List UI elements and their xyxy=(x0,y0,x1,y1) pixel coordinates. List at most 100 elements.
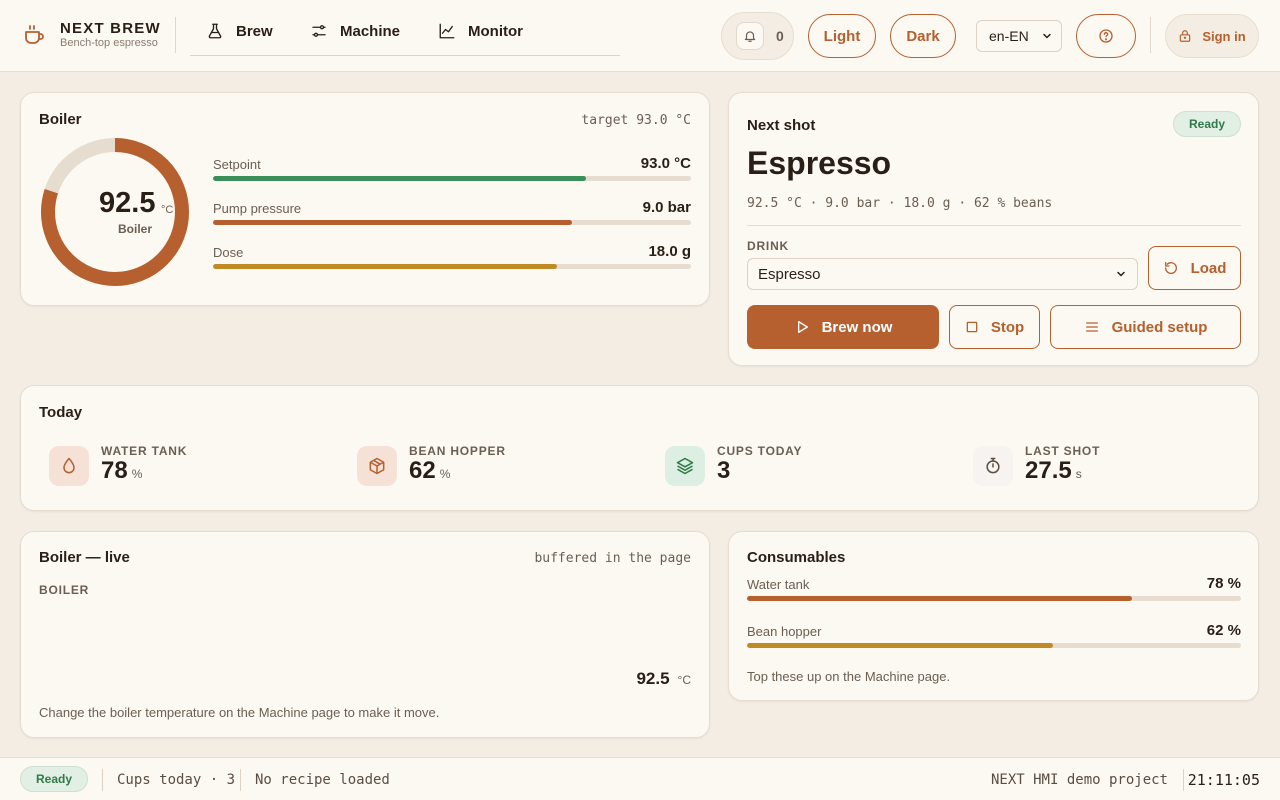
divider xyxy=(747,225,1241,226)
drink-name: Espresso xyxy=(747,145,892,181)
stat-value: 62 xyxy=(409,457,436,484)
undo-icon xyxy=(1164,262,1177,274)
theme-dark-button[interactable]: Dark xyxy=(890,14,956,58)
notifications-count: 0 xyxy=(776,28,784,44)
setpoint-fill xyxy=(213,176,586,181)
pump-pressure-value: 9.0 bar xyxy=(642,199,691,216)
boiler-card: Boiler target 93.0 °C 92.5 °C Boiler Set… xyxy=(20,92,710,306)
gauge-unit: °C xyxy=(161,204,174,216)
boiler-target: target 93.0 °C xyxy=(581,113,691,128)
live-hint: Change the boiler temperature on the Mac… xyxy=(39,705,440,720)
stat-last-shot: LAST SHOT 27.5 s xyxy=(973,444,1100,487)
lock-icon xyxy=(1180,30,1191,42)
stat-icon-frame xyxy=(49,445,89,486)
nav-label: Machine xyxy=(340,22,401,40)
guided-setup-button[interactable]: Guided setup xyxy=(1050,305,1241,349)
pump-pressure-fill xyxy=(213,220,572,225)
brand: NEXT BREW Bench-top espresso xyxy=(22,20,161,50)
help-icon xyxy=(1099,29,1113,43)
stat-unit: s xyxy=(1075,467,1082,481)
brew-now-label: Brew now xyxy=(821,318,893,336)
language-value: en-EN xyxy=(989,28,1029,44)
stop-button[interactable]: Stop xyxy=(949,305,1040,349)
boiler-card-title: Boiler xyxy=(39,111,82,128)
stat-unit: % xyxy=(131,467,143,481)
header-divider xyxy=(175,17,176,53)
nav-label: Monitor xyxy=(468,22,523,40)
dose-track xyxy=(213,264,691,269)
dose-value: 18.0 g xyxy=(648,243,691,260)
theme-light-button[interactable]: Light xyxy=(808,14,876,58)
stop-icon xyxy=(966,321,978,333)
cups-today-status: Cups today · 3 xyxy=(117,772,236,788)
bell-icon xyxy=(744,31,756,42)
status-divider xyxy=(240,769,241,791)
status-badge: Ready xyxy=(1173,111,1241,137)
stat-icon-frame xyxy=(665,445,705,486)
sign-in-button[interactable]: Sign in xyxy=(1165,14,1259,58)
help-button[interactable] xyxy=(1076,14,1136,58)
drink-select[interactable]: Espresso xyxy=(747,258,1138,290)
nav-item-brew[interactable]: Brew xyxy=(206,22,273,40)
brew-now-button[interactable]: Brew now xyxy=(747,305,939,349)
stat-unit: % xyxy=(439,467,451,481)
stat-cups-today: CUPS TODAY 3 xyxy=(665,444,802,487)
bean-hopper-value: 62 % xyxy=(1206,622,1241,639)
stat-bean-hopper: BEAN HOPPER 62% xyxy=(357,444,506,487)
language-select[interactable]: en-EN xyxy=(976,20,1062,52)
layers-icon xyxy=(676,457,694,474)
consumables-title: Consumables xyxy=(747,549,846,566)
gauge-label: Boiler xyxy=(117,222,152,236)
stat-water-tank: WATER TANK 78% xyxy=(49,444,187,487)
boiler-live-title: Boiler — live xyxy=(39,549,130,566)
next-shot-card: Next shot Ready Espresso 92.5 °C · 9.0 b… xyxy=(728,92,1259,366)
main-nav: Brew Machine Monitor xyxy=(190,14,620,56)
today-card: Today WATER TANK 78% BEAN HOPPER 62% CUP… xyxy=(20,385,1259,511)
flask-icon xyxy=(208,23,222,39)
gauge-value: 92.5 xyxy=(99,187,156,219)
nav-item-machine[interactable]: Machine xyxy=(310,22,400,40)
status-divider xyxy=(1183,769,1184,791)
top-bar: NEXT BREW Bench-top espresso Brew Machin… xyxy=(0,0,1280,72)
load-button[interactable]: Load xyxy=(1148,246,1241,290)
boiler-live-card: Boiler — live buffered in the page BOILE… xyxy=(20,531,710,738)
load-label: Load xyxy=(1190,259,1227,277)
consumables-hint: Top these up on the Machine page. xyxy=(747,669,951,684)
water-tank-track xyxy=(747,596,1241,601)
series-label: BOILER xyxy=(39,583,90,597)
chevron-down-icon xyxy=(1043,33,1051,39)
play-icon xyxy=(797,321,808,333)
drink-label: DRINK xyxy=(747,239,789,253)
status-bar: Ready Cups today · 3 No recipe loaded NE… xyxy=(0,757,1280,800)
stat-icon-frame xyxy=(973,445,1013,486)
project-name: NEXT HMI demo project xyxy=(990,772,1168,788)
status-divider xyxy=(102,769,103,791)
stop-label: Stop xyxy=(990,318,1025,336)
stat-value: 27.5 xyxy=(1025,457,1072,484)
bell-icon-frame xyxy=(736,22,764,50)
water-tank-value: 78 % xyxy=(1206,575,1241,592)
stopwatch-icon xyxy=(986,457,1000,473)
live-unit: °C xyxy=(677,673,691,687)
today-title: Today xyxy=(39,404,83,421)
live-readout: 92.5 °C xyxy=(636,669,691,689)
notifications-button[interactable]: 0 xyxy=(721,12,794,60)
setpoint-label: Setpoint xyxy=(213,157,261,172)
setpoint-track xyxy=(213,176,691,181)
pump-pressure-label: Pump pressure xyxy=(213,201,302,216)
stat-value: 3 xyxy=(717,457,731,484)
recipe-status: No recipe loaded xyxy=(255,772,390,788)
sign-in-label: Sign in xyxy=(1202,28,1246,44)
nav-item-monitor[interactable]: Monitor xyxy=(438,22,523,40)
status-badge: Ready xyxy=(20,766,88,792)
water-tank-fill xyxy=(747,596,1133,601)
stat-icon-frame xyxy=(357,445,397,486)
shot-summary: 92.5 °C · 9.0 bar · 18.0 g · 62 % beans xyxy=(747,196,1053,211)
bean-hopper-label: Bean hopper xyxy=(747,624,822,639)
clock: 21:11:05 xyxy=(1187,771,1260,789)
brand-subtitle: Bench-top espresso xyxy=(60,37,158,49)
dose-fill xyxy=(213,264,558,269)
water-drop-icon xyxy=(63,457,75,473)
stat-label: WATER TANK xyxy=(101,444,188,458)
water-tank-label: Water tank xyxy=(747,577,810,592)
